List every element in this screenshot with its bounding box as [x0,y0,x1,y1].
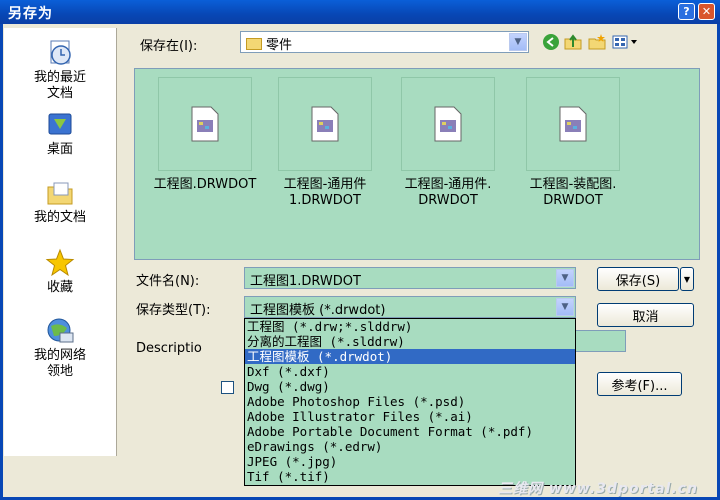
save-button[interactable]: 保存(S) [597,267,679,291]
up-folder-icon[interactable] [564,33,582,51]
filename-input[interactable]: 工程图1.DRWDOT ▼ [244,267,576,289]
save-options-button[interactable]: ▼ [680,267,694,291]
network-places-icon [47,318,74,343]
filetype-options-list[interactable]: 工程图 (*.drw;*.slddrw) 分离的工程图 (*.slddrw) 工程图… [244,318,576,486]
references-button[interactable]: 参考(F)... [597,372,682,396]
references-button-label: 参考(F)... [611,378,668,394]
back-icon[interactable] [542,33,560,51]
file-item[interactable]: 工程图-通用件 1.DRWDOT [265,77,385,209]
chevron-down-icon[interactable]: ▼ [556,298,574,316]
place-label: 我的最近 文档 [33,70,86,101]
place-label: 桌面 [46,142,73,157]
filetype-option[interactable]: Adobe Portable Document Format (*.pdf) [245,424,575,439]
place-my-documents[interactable]: 我的文档 [4,178,116,226]
filetype-option[interactable]: 分离的工程图 (*.slddrw) [245,334,575,349]
place-label: 收藏 [46,280,73,295]
file-thumbnail [401,77,495,171]
close-button[interactable]: ✕ [698,3,715,20]
filetype-option[interactable]: Adobe Photoshop Files (*.psd) [245,394,575,409]
filetype-value: 工程图模板 (*.drwdot) [250,303,386,318]
filetype-label: 保存类型(T): [136,303,211,318]
save-button-label: 保存(S) [615,273,661,289]
close-icon: ✕ [701,5,712,18]
save-in-dropdown[interactable]: 零件 ▼ [240,31,529,53]
file-item[interactable]: 工程图.DRWDOT [145,77,265,193]
place-network[interactable]: 我的网络 领地 [4,316,116,380]
chevron-down-icon[interactable]: ▼ [556,269,574,287]
filename-value: 工程图1.DRWDOT [250,274,361,289]
filetype-option[interactable]: Adobe Illustrator Files (*.ai) [245,409,575,424]
place-label: 我的文档 [33,210,86,225]
option-checkbox[interactable] [221,381,234,394]
question-icon: ? [683,5,690,18]
description-input[interactable] [572,330,626,352]
places-bar: 我的最近 文档 桌面 我的文档 收藏 我的网络 领地 [4,28,117,456]
filetype-option[interactable]: Dxf (*.dxf) [245,364,575,379]
my-documents-icon [47,182,73,205]
watermark: 三维网 www.3dportal.cn [498,481,698,497]
drawing-file-icon [311,106,339,142]
filename-label: 文件名(N): [136,274,200,289]
file-name: 工程图.DRWDOT [153,177,257,192]
file-list[interactable]: 工程图.DRWDOT 工程图-通用件 1.DRWDOT 工程图-通用件. DRW… [134,68,700,260]
file-item[interactable]: 工程图-装配图. DRWDOT [513,77,633,209]
filetype-option[interactable]: 工程图模板 (*.drwdot) [245,349,575,364]
file-name: 工程图-通用件 1.DRWDOT [283,177,367,208]
drawing-file-icon [434,106,462,142]
views-menu-icon[interactable] [612,33,640,51]
filetype-option[interactable]: 工程图 (*.drw;*.slddrw) [245,319,575,334]
file-thumbnail [278,77,372,171]
cancel-button-label: 取消 [632,309,659,325]
place-label: 我的网络 领地 [33,348,86,379]
folder-icon [246,38,262,50]
file-thumbnail [158,77,252,171]
desktop-icon [48,113,72,135]
new-folder-icon[interactable] [588,33,606,51]
place-favorites[interactable]: 收藏 [4,248,116,296]
save-in-label: 保存在(I): [140,39,198,54]
chevron-down-icon: ▼ [683,274,691,284]
filetype-option[interactable]: eDrawings (*.edrw) [245,439,575,454]
favorites-icon [45,248,75,277]
file-name: 工程图-通用件. DRWDOT [404,177,492,208]
file-item[interactable]: 工程图-通用件. DRWDOT [388,77,508,209]
help-button[interactable]: ? [678,3,695,20]
file-name: 工程图-装配图. DRWDOT [529,177,617,208]
place-desktop[interactable]: 桌面 [4,110,116,158]
drawing-file-icon [191,106,219,142]
filetype-option[interactable]: Dwg (*.dwg) [245,379,575,394]
drawing-file-icon [559,106,587,142]
file-thumbnail [526,77,620,171]
cancel-button[interactable]: 取消 [597,303,694,327]
title-bar[interactable]: 另存为 ? ✕ [0,0,720,24]
description-label: Descriptio [136,341,202,356]
place-recent-documents[interactable]: 我的最近 文档 [4,38,116,102]
chevron-down-icon[interactable]: ▼ [509,33,527,51]
filetype-option[interactable]: JPEG (*.jpg) [245,454,575,469]
window-title: 另存为 [8,6,53,22]
recent-documents-icon [50,40,71,65]
filetype-dropdown[interactable]: 工程图模板 (*.drwdot) ▼ [244,296,576,318]
save-in-value: 零件 [266,38,293,53]
